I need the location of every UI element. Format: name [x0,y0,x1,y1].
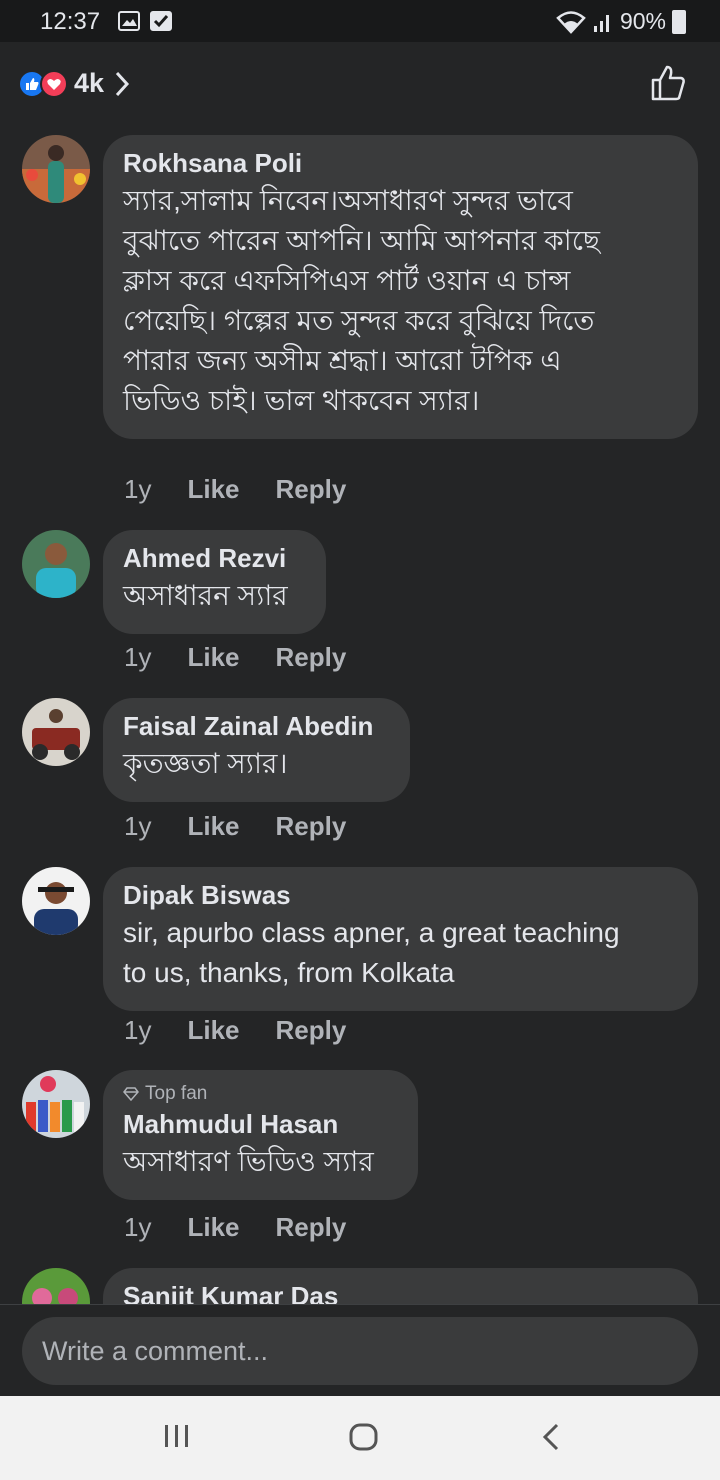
love-reaction-icon [40,69,68,98]
wifi-icon [556,10,586,34]
image-icon [118,11,140,31]
comment-text: sir, apurbo class apner, a great teachin… [123,917,620,988]
avatar[interactable] [22,1268,90,1304]
reactions-header: 4k [0,42,720,126]
comments-list: Rokhsana Poli স্যার,সালাম নিবেন।অসাধারণ … [0,126,720,1304]
comment-bubble: Sanjit Kumar Das [103,1268,698,1304]
reply-link[interactable]: Reply [276,1015,347,1046]
commenter-name[interactable]: Sanjit Kumar Das [123,1278,678,1304]
composer-bar: Write a comment... [0,1304,720,1396]
avatar[interactable] [22,867,90,935]
comment-actions: 1y Like Reply [124,811,382,842]
android-nav-bar [0,1396,720,1480]
comment-text: স্যার,সালাম নিবেন।অসাধারণ সুন্দর ভাবে বু… [123,185,600,416]
comment-text: কৃতজ্ঞতা স্যার। [123,748,288,779]
avatar[interactable] [22,530,90,598]
comment-bubble: Dipak Biswas sir, apurbo class apner, a … [103,867,698,1011]
comment-time: 1y [124,1212,152,1242]
like-link[interactable]: Like [187,474,239,505]
comment-bubble: Rokhsana Poli স্যার,সালাম নিবেন।অসাধারণ … [103,135,698,439]
like-link[interactable]: Like [187,811,239,842]
comment-actions: 1y Like Reply [124,642,382,673]
reply-link[interactable]: Reply [276,642,347,673]
top-fan-badge: Top fan [123,1082,398,1106]
comment-time: 1y [124,642,152,672]
reactions-summary[interactable]: 4k [18,68,130,99]
comment-text: অসাধারন স্যার [123,580,288,611]
avatar[interactable] [22,1070,90,1138]
comment-actions: 1y Like Reply [124,1212,382,1243]
comment-time: 1y [124,1015,152,1045]
like-link[interactable]: Like [187,1212,239,1243]
commenter-name[interactable]: Faisal Zainal Abedin [123,708,390,744]
comment-time: 1y [124,811,152,841]
commenter-name[interactable]: Ahmed Rezvi [123,540,306,576]
like-link[interactable]: Like [187,1015,239,1046]
reply-link[interactable]: Reply [276,811,347,842]
comment-bubble: Faisal Zainal Abedin কৃতজ্ঞতা স্যার। [103,698,410,802]
avatar[interactable] [22,698,90,766]
thumbs-up-icon[interactable] [650,64,686,102]
signal-icon [593,14,609,32]
status-bar: 12:37 90% [0,0,720,42]
comment-input-placeholder: Write a comment... [42,1335,269,1366]
reply-link[interactable]: Reply [276,1212,347,1243]
battery-icon [672,9,686,34]
battery-percent: 90% [619,8,666,34]
status-time: 12:37 [40,8,101,35]
comment-actions: 1y Like Reply [124,1015,382,1046]
like-link[interactable]: Like [187,642,239,673]
reaction-count: 4k [74,68,105,98]
comment-bubble: Top fan Mahmudul Hasan অসাধারণ ভিডিও স্য… [103,1070,418,1200]
comment-time: 1y [124,474,152,504]
commenter-name[interactable]: Rokhsana Poli [123,145,678,181]
recent-apps-icon[interactable] [162,1422,192,1450]
chevron-right-icon [115,71,130,96]
comment-input[interactable]: Write a comment... [22,1317,698,1385]
diamond-icon [123,1087,139,1101]
comment-actions: 1y Like Reply [124,474,382,505]
avatar[interactable] [22,135,90,203]
back-icon[interactable] [540,1422,562,1452]
commenter-name[interactable]: Dipak Biswas [123,877,678,913]
checkbox-icon [150,11,172,31]
commenter-name[interactable]: Mahmudul Hasan [123,1106,398,1142]
home-icon[interactable] [348,1422,380,1452]
top-fan-label: Top fan [145,1083,208,1104]
comment-text: অসাধারণ ভিডিও স্যার [123,1146,374,1177]
comment-bubble: Ahmed Rezvi অসাধারন স্যার [103,530,326,634]
reply-link[interactable]: Reply [276,474,347,505]
